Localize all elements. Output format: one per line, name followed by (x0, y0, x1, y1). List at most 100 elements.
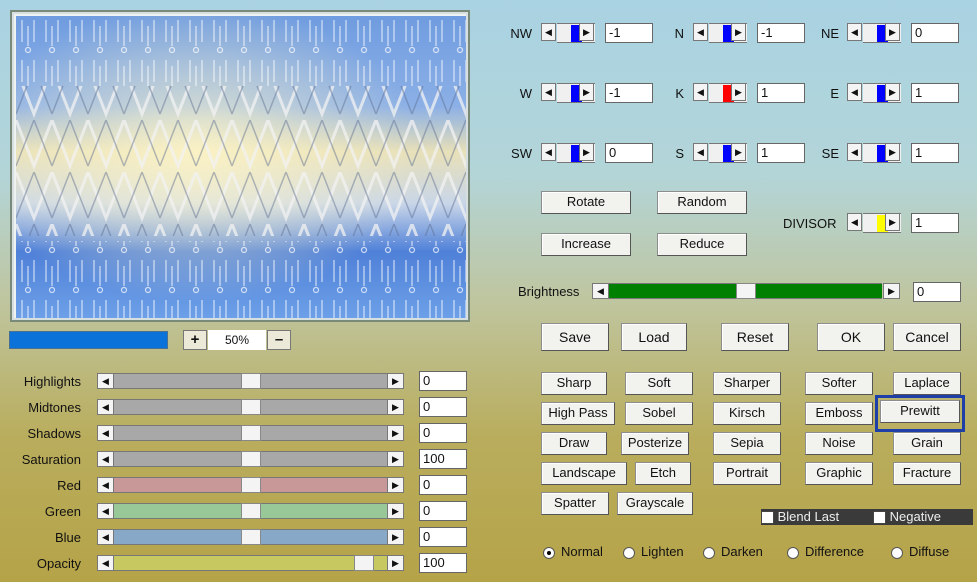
preset-grayscale-button[interactable]: Grayscale (617, 492, 693, 515)
arrow-left-icon[interactable]: ◀ (847, 83, 862, 101)
saturation-thumb[interactable] (241, 451, 261, 467)
arrow-left-icon[interactable]: ◀ (97, 555, 114, 571)
blend-mode-lighten[interactable]: Lighten (623, 544, 684, 559)
blend-last-checkbox[interactable] (761, 511, 774, 525)
blend-mode-diffuse[interactable]: Diffuse (891, 544, 949, 559)
midtones-field[interactable]: 0 (419, 397, 467, 417)
blend-mode-normal[interactable]: Normal (543, 544, 603, 559)
random-button[interactable]: Random (657, 191, 747, 214)
preset-laplace-button[interactable]: Laplace (893, 372, 961, 395)
kernel-stepper-nw[interactable]: ◀ ▶ (541, 23, 595, 43)
arrow-left-icon[interactable]: ◀ (97, 503, 114, 519)
arrow-left-icon[interactable]: ◀ (97, 451, 114, 467)
arrow-left-icon[interactable]: ◀ (97, 529, 114, 545)
arrow-left-icon[interactable]: ◀ (541, 83, 556, 101)
preset-landscape-button[interactable]: Landscape (541, 462, 627, 485)
midtones-thumb[interactable] (241, 399, 261, 415)
arrow-right-icon[interactable]: ▶ (387, 399, 404, 415)
preset-graphic-button[interactable]: Graphic (805, 462, 873, 485)
divisor-field[interactable]: 1 (911, 213, 959, 233)
blue-field[interactable]: 0 (419, 527, 467, 547)
kernel-field-s[interactable]: 1 (757, 143, 805, 163)
highlights-slider[interactable]: ◀ ▶ (97, 373, 408, 389)
saturation-slider[interactable]: ◀ ▶ (97, 451, 408, 467)
kernel-field-e[interactable]: 1 (911, 83, 959, 103)
preset-high-pass-button[interactable]: High Pass (541, 402, 615, 425)
highlights-field[interactable]: 0 (419, 371, 467, 391)
opacity-thumb[interactable] (354, 555, 374, 571)
arrow-right-icon[interactable]: ▶ (579, 83, 594, 101)
arrow-right-icon[interactable]: ▶ (387, 373, 404, 389)
negative-option[interactable]: Negative (873, 509, 973, 525)
load-button[interactable]: Load (621, 323, 687, 351)
preset-soft-button[interactable]: Soft (625, 372, 693, 395)
arrow-right-icon[interactable]: ▶ (885, 83, 900, 101)
arrow-left-icon[interactable]: ◀ (97, 425, 114, 441)
arrow-right-icon[interactable]: ▶ (885, 213, 900, 231)
kernel-stepper-n[interactable]: ◀ ▶ (693, 23, 747, 43)
arrow-left-icon[interactable]: ◀ (693, 83, 708, 101)
preset-prewitt-button[interactable]: Prewitt (880, 400, 960, 423)
radio-normal[interactable] (543, 546, 555, 559)
shadows-slider[interactable]: ◀ ▶ (97, 425, 408, 441)
blend-mode-difference[interactable]: Difference (787, 544, 864, 559)
preset-sobel-button[interactable]: Sobel (625, 402, 693, 425)
opacity-field[interactable]: 100 (419, 553, 467, 573)
midtones-slider[interactable]: ◀ ▶ (97, 399, 408, 415)
red-thumb[interactable] (241, 477, 261, 493)
preset-sharper-button[interactable]: Sharper (713, 372, 781, 395)
red-field[interactable]: 0 (419, 475, 467, 495)
blend-mode-darken[interactable]: Darken (703, 544, 763, 559)
arrow-right-icon[interactable]: ▶ (885, 143, 900, 161)
preset-draw-button[interactable]: Draw (541, 432, 607, 455)
shadows-thumb[interactable] (241, 425, 261, 441)
arrow-right-icon[interactable]: ▶ (387, 503, 404, 519)
brightness-field[interactable]: 0 (913, 282, 961, 302)
arrow-right-icon[interactable]: ▶ (885, 23, 900, 41)
negative-checkbox[interactable] (873, 511, 886, 525)
kernel-stepper-sw[interactable]: ◀ ▶ (541, 143, 595, 163)
green-slider[interactable]: ◀ ▶ (97, 503, 408, 519)
radio-lighten[interactable] (623, 546, 635, 559)
radio-diffuse[interactable] (891, 546, 903, 559)
rotate-button[interactable]: Rotate (541, 191, 631, 214)
blue-slider[interactable]: ◀ ▶ (97, 529, 408, 545)
kernel-field-sw[interactable]: 0 (605, 143, 653, 163)
kernel-stepper-s[interactable]: ◀ ▶ (693, 143, 747, 163)
blue-thumb[interactable] (241, 529, 261, 545)
radio-difference[interactable] (787, 546, 799, 559)
arrow-left-icon[interactable]: ◀ (541, 143, 556, 161)
arrow-right-icon[interactable]: ▶ (387, 555, 404, 571)
preset-fracture-button[interactable]: Fracture (893, 462, 961, 485)
green-field[interactable]: 0 (419, 501, 467, 521)
green-thumb[interactable] (241, 503, 261, 519)
increase-button[interactable]: Increase (541, 233, 631, 256)
cancel-button[interactable]: Cancel (893, 323, 961, 351)
preset-sharp-button[interactable]: Sharp (541, 372, 607, 395)
saturation-field[interactable]: 100 (419, 449, 467, 469)
zoom-in-button[interactable]: + (183, 330, 207, 350)
preset-portrait-button[interactable]: Portrait (713, 462, 781, 485)
preset-softer-button[interactable]: Softer (805, 372, 873, 395)
kernel-field-se[interactable]: 1 (911, 143, 959, 163)
arrow-left-icon[interactable]: ◀ (847, 23, 862, 41)
kernel-stepper-w[interactable]: ◀ ▶ (541, 83, 595, 103)
preset-emboss-button[interactable]: Emboss (805, 402, 873, 425)
arrow-left-icon[interactable]: ◀ (693, 143, 708, 161)
arrow-left-icon[interactable]: ◀ (97, 399, 114, 415)
preset-spatter-button[interactable]: Spatter (541, 492, 609, 515)
arrow-left-icon[interactable]: ◀ (847, 213, 862, 231)
preset-posterize-button[interactable]: Posterize (621, 432, 689, 455)
kernel-stepper-ne[interactable]: ◀ ▶ (847, 23, 901, 43)
preset-kirsch-button[interactable]: Kirsch (713, 402, 781, 425)
arrow-left-icon[interactable]: ◀ (592, 283, 609, 299)
arrow-right-icon[interactable]: ▶ (883, 283, 900, 299)
highlights-thumb[interactable] (241, 373, 261, 389)
preset-sepia-button[interactable]: Sepia (713, 432, 781, 455)
arrow-right-icon[interactable]: ▶ (579, 143, 594, 161)
preset-grain-button[interactable]: Grain (893, 432, 961, 455)
ok-button[interactable]: OK (817, 323, 885, 351)
kernel-field-nw[interactable]: -1 (605, 23, 653, 43)
arrow-left-icon[interactable]: ◀ (97, 477, 114, 493)
brightness-thumb[interactable] (736, 283, 756, 299)
